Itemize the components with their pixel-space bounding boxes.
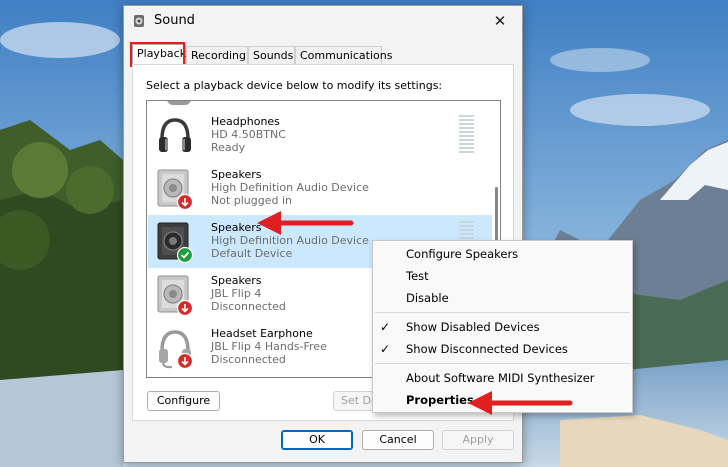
device-status: Ready [211, 141, 246, 154]
checkmark-icon: ✓ [380, 320, 391, 334]
menu-separator [375, 312, 630, 313]
tab-recording[interactable]: Recording [186, 46, 248, 64]
device-description: JBL Flip 4 Hands-Free [211, 340, 327, 353]
menu-item-configure-speakers[interactable]: Configure Speakers [373, 244, 632, 265]
cancel-button[interactable]: Cancel [362, 430, 434, 450]
checkmark-icon: ✓ [380, 342, 391, 356]
menu-item-show-disconnected-devices[interactable]: ✓ Show Disconnected Devices [373, 339, 632, 360]
volume-meter [459, 115, 474, 155]
close-button[interactable]: ✕ [478, 6, 522, 36]
speaker-icon [134, 15, 144, 27]
tab-playback[interactable]: Playback [132, 44, 186, 65]
context-menu: Configure Speakers Test Disable ✓ Show D… [372, 240, 633, 413]
window-title: Sound [154, 13, 195, 28]
menu-item-disable[interactable]: Disable [373, 288, 632, 309]
device-item-headphones[interactable]: Headphones HD 4.50BTNC Ready [148, 109, 492, 162]
device-item-speakers-not-plugged[interactable]: Speakers High Definition Audio Device No… [148, 162, 492, 215]
device-description: High Definition Audio Device [211, 181, 369, 194]
device-name: Headset Earphone [211, 327, 313, 340]
menu-item-properties[interactable]: Properties [373, 390, 632, 411]
menu-item-about-midi-synthesizer[interactable]: About Software MIDI Synthesizer [373, 368, 632, 389]
device-status: Disconnected [211, 300, 286, 313]
device-name: Speakers [211, 168, 262, 181]
ok-button[interactable]: OK [281, 430, 353, 450]
device-status: Default Device [211, 247, 293, 260]
device-description: High Definition Audio Device [211, 234, 369, 247]
menu-item-show-disabled-devices[interactable]: ✓ Show Disabled Devices [373, 317, 632, 338]
device-name: Speakers [211, 221, 262, 234]
speaker-icon [157, 275, 194, 316]
scrolled-device-icon [167, 101, 191, 105]
headset-icon [159, 330, 194, 369]
device-name: Speakers [211, 274, 262, 287]
speaker-icon [157, 222, 194, 263]
title-bar: Sound ✕ [124, 6, 522, 36]
menu-item-test[interactable]: Test [373, 266, 632, 287]
device-status: Disconnected [211, 353, 286, 366]
device-description: HD 4.50BTNC [211, 128, 286, 141]
scrollbar-thumb[interactable] [495, 187, 498, 247]
device-description: JBL Flip 4 [211, 287, 262, 300]
close-icon: ✕ [493, 12, 507, 30]
device-status: Not plugged in [211, 194, 293, 207]
device-name: Headphones [211, 115, 280, 128]
instruction-text: Select a playback device below to modify… [146, 79, 443, 92]
headphones-icon [159, 118, 191, 152]
speaker-icon [157, 169, 194, 210]
menu-separator [375, 363, 630, 364]
tab-communications[interactable]: Communications [295, 46, 392, 64]
tab-sounds[interactable]: Sounds [248, 46, 295, 64]
configure-button[interactable]: Configure [147, 391, 220, 411]
apply-button[interactable]: Apply [442, 430, 514, 450]
